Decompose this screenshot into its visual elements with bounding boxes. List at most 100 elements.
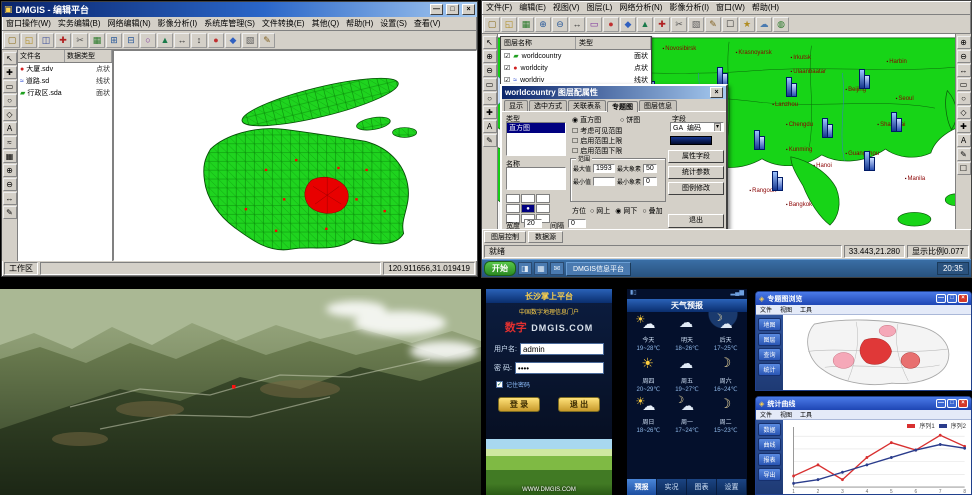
type-list-item-selected[interactable]: 直方图 xyxy=(507,123,565,133)
start-button[interactable]: 开始 xyxy=(484,261,516,276)
maximize-button[interactable]: □ xyxy=(947,399,957,408)
forecast-cell[interactable]: 周六 16~24℃ xyxy=(706,357,745,393)
forecast-cell[interactable]: 周二 15~23℃ xyxy=(706,398,745,434)
column-header-datatype[interactable]: 数据类型 xyxy=(65,50,112,62)
sidebar-button[interactable]: 查询 xyxy=(758,348,781,361)
quick-launch-icon[interactable]: ▦ xyxy=(534,262,548,275)
toolbar-icon[interactable]: ★ xyxy=(739,17,755,32)
toolbar-icon[interactable]: ⊖ xyxy=(552,17,568,32)
map-canvas-world[interactable]: ↖⊕⊖▭○✚A✎ ⊕⊖↔▭○◇✚A✎☐ SamaraOmskNovosibirs… xyxy=(482,34,971,229)
tool-icon[interactable]: ▭ xyxy=(957,78,971,91)
attribute-field-button[interactable]: 属性字段 xyxy=(668,150,724,163)
field-combobox[interactable]: GA_编码 xyxy=(670,122,724,132)
range-value2-field[interactable]: 50 xyxy=(643,164,657,173)
position-radio[interactable]: 叠加 xyxy=(642,206,662,216)
login-button[interactable]: 登 录 xyxy=(498,397,540,412)
range-value2-field[interactable]: 0 xyxy=(643,177,657,186)
toolbar-icon[interactable]: ▦ xyxy=(89,33,105,48)
tool-icon[interactable]: ▭ xyxy=(483,78,497,91)
title-bar[interactable]: ◈ 专题图浏览 — □ × xyxy=(756,292,971,305)
tool-icon[interactable]: ◇ xyxy=(3,108,17,121)
tool-icon[interactable]: ▭ xyxy=(3,80,17,93)
maximize-button[interactable]: □ xyxy=(947,294,957,303)
title-bar[interactable]: ▣ DMGIS - 编辑平台 — □ × xyxy=(2,2,477,17)
toolbar-icon[interactable]: ☁ xyxy=(756,17,772,32)
layer-visibility-checkbox[interactable]: ☑ xyxy=(504,52,510,60)
tool-icon[interactable]: ⊖ xyxy=(3,178,17,191)
color-swatch[interactable] xyxy=(670,136,712,145)
range-value-field[interactable]: 1993 xyxy=(593,164,615,173)
layer-visibility-checkbox[interactable]: ☑ xyxy=(504,76,510,84)
sidebar-button[interactable]: 图层 xyxy=(758,333,781,346)
menu-item[interactable]: 帮助(H) xyxy=(346,18,373,29)
chart-canvas[interactable]: 序列1 序列2 12345678 xyxy=(783,420,971,494)
toolbar-icon[interactable]: ▲ xyxy=(157,33,173,48)
toolbar-icon[interactable]: ⊕ xyxy=(535,17,551,32)
tool-icon[interactable]: ○ xyxy=(3,94,17,107)
tool-icon[interactable]: ☐ xyxy=(957,162,971,175)
menu-item[interactable]: 影像分析(I) xyxy=(158,18,198,29)
menu-item[interactable]: 文件转换(E) xyxy=(262,18,305,29)
exit-button[interactable]: 退 出 xyxy=(558,397,600,412)
toolbar-icon[interactable]: ○ xyxy=(140,33,156,48)
tool-icon[interactable]: ⊕ xyxy=(483,50,497,63)
layer-row[interactable]: ☑ ● worldcity 点状 xyxy=(501,62,651,74)
type-listbox[interactable]: 直方图 xyxy=(506,122,566,156)
menu-item[interactable]: 帮助(H) xyxy=(752,2,779,13)
tool-icon[interactable]: ✚ xyxy=(483,106,497,119)
dialog-tab[interactable]: 图层信息 xyxy=(639,100,677,111)
file-row[interactable]: ≈ 道路.sd 线状 xyxy=(18,75,112,87)
maximize-button[interactable]: □ xyxy=(446,4,459,15)
tool-icon[interactable]: ↖ xyxy=(483,36,497,49)
menu-item[interactable]: 图层(L) xyxy=(587,2,613,13)
forecast-cell[interactable]: 明天 18~26℃ xyxy=(668,316,707,352)
toolbar-icon[interactable]: ✂ xyxy=(72,33,88,48)
tool-icon[interactable]: ▦ xyxy=(3,150,17,163)
sidebar-button[interactable]: 导出 xyxy=(758,468,781,481)
tool-icon[interactable]: ↖ xyxy=(3,52,17,65)
dialog-close-button[interactable]: × xyxy=(710,87,723,98)
minimize-button[interactable]: — xyxy=(936,399,946,408)
statistics-button[interactable]: 统计参数 xyxy=(668,166,724,179)
toolbar-icon[interactable]: ◆ xyxy=(225,33,241,48)
menu-item[interactable]: 工具 xyxy=(800,410,812,419)
menu-item[interactable]: 文件(F) xyxy=(486,2,512,13)
histogram-radio[interactable]: 直方图 xyxy=(572,115,601,125)
tool-icon[interactable]: ⊖ xyxy=(483,64,497,77)
layer-row[interactable]: ☑ ▰ worldcountry 面状 xyxy=(501,50,651,62)
column-header-layername[interactable]: 图层名称 xyxy=(501,37,576,49)
menu-item[interactable]: 视图 xyxy=(780,305,792,314)
bottom-tab[interactable]: 图层控制 xyxy=(484,231,526,243)
toolbar-icon[interactable]: ✎ xyxy=(705,17,721,32)
tool-icon[interactable]: A xyxy=(483,120,497,133)
terrain-3d-view[interactable] xyxy=(0,289,481,495)
tool-icon[interactable]: ≈ xyxy=(3,136,17,149)
toolbar-icon[interactable]: ◱ xyxy=(21,33,37,48)
tool-icon[interactable]: A xyxy=(3,122,17,135)
title-bar[interactable]: ◈ 统计曲线 — □ × xyxy=(756,397,971,410)
quick-launch-icon[interactable]: ◨ xyxy=(518,262,532,275)
forecast-cell[interactable]: 周四 20~29℃ xyxy=(629,357,668,393)
minimize-button[interactable]: — xyxy=(430,4,443,15)
tool-icon[interactable]: ✚ xyxy=(3,66,17,79)
menu-item[interactable]: 系统库管理(S) xyxy=(204,18,255,29)
toolbar-icon[interactable]: ◫ xyxy=(38,33,54,48)
tool-icon[interactable]: ✎ xyxy=(483,134,497,147)
nav-tab[interactable]: 设置 xyxy=(717,479,747,495)
sidebar-button[interactable]: 报表 xyxy=(758,453,781,466)
remember-checkbox[interactable]: ✓ xyxy=(496,381,503,388)
menu-item[interactable]: 视图(V) xyxy=(553,2,580,13)
toolbar-icon[interactable]: ✎ xyxy=(259,33,275,48)
nav-tab[interactable]: 实况 xyxy=(657,479,687,495)
tool-icon[interactable]: ⊕ xyxy=(957,36,971,49)
menu-item[interactable]: 视图 xyxy=(780,410,792,419)
width-field[interactable]: 20 xyxy=(524,219,542,228)
sidebar-button[interactable]: 统计 xyxy=(758,363,781,376)
range-value-field[interactable] xyxy=(593,177,615,186)
column-header-layertype[interactable]: 类型 xyxy=(576,37,651,49)
toolbar-icon[interactable]: ● xyxy=(603,17,619,32)
toolbar-icon[interactable]: ⊟ xyxy=(123,33,139,48)
tool-icon[interactable]: ○ xyxy=(483,92,497,105)
menu-item[interactable]: 窗口(W) xyxy=(716,2,745,13)
name-listbox[interactable] xyxy=(506,167,566,190)
